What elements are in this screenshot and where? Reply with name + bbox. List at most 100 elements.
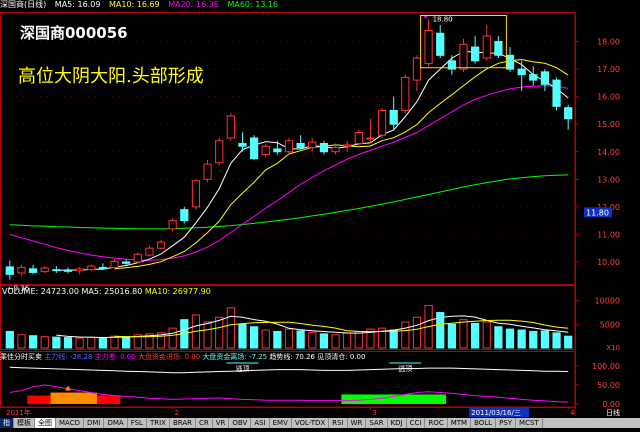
candle-up [110,260,119,268]
ma5-label: MA5: 16.09 [54,0,101,9]
volume-bar [308,331,317,349]
candle-up [40,267,49,273]
candle-up [145,247,154,256]
candle-up [215,140,224,164]
volume-header: VOLUME: 24723.00 MA5: 25016.80 MA10: 269… [2,287,211,297]
volume-ma10: MA10: 26977.90 [144,287,211,296]
chart-stage: 18.00 17.00 16.00 15.00 14.00 13.00 12.00 11.00… [0,0,640,428]
candle-up [308,141,317,149]
indicator-tab[interactable]: FSL [128,418,147,428]
kline-chart: 18.0017.0016.0015.0014.0013.0012.0011.00… [0,12,620,417]
candle-up [424,30,433,65]
x-tick-label: 2 [175,409,179,417]
volume-bar [517,329,526,349]
indicator-band [50,392,98,404]
indicator-tab[interactable]: BRAR [170,418,196,428]
volume-bar [505,328,515,349]
candle-down [564,107,573,120]
indicator-item: 大盘资金离场: -7.25 [202,353,268,361]
indicator-note: 逃顶 [398,364,412,373]
candle-down [529,74,538,81]
volume-unit-label: X10 [606,344,620,352]
volume-bar [5,330,14,349]
candle-up [203,163,212,180]
indicator-tab[interactable]: PSY [496,418,517,428]
candle-down [296,142,305,149]
indicator-note: 逃顶 [235,364,249,373]
indicator-tab[interactable]: OBV [229,418,252,428]
indicator-tab[interactable]: ASI [251,418,270,428]
volume-bar [17,334,26,349]
volume-bar [552,332,561,349]
indicator-tab[interactable]: CCI [407,418,426,428]
indicator-tab[interactable]: DMA [104,418,128,428]
candle-up [482,35,491,59]
volume-bar [331,334,340,349]
candle-up [366,137,375,140]
x-tick-label: 4 [570,409,575,417]
volume-bar [98,337,107,349]
candle-up [133,253,142,263]
price-tick-label: 18.00 [597,38,620,47]
candle-down [52,269,61,272]
indicator-tab[interactable]: KDJ [388,418,407,428]
indicator-trend-line [9,366,569,374]
volume-bar [482,321,491,349]
volume-bar [249,326,259,349]
candle-up [343,144,352,147]
indicator-tab[interactable]: ROC [425,418,448,428]
volume-bar [471,322,480,349]
indicator-tab[interactable]: RSI [329,418,348,428]
stock-label: 深国商000056 [20,24,128,42]
indicator-tab-bar: 指模板 全图 MACD DMI DMA FSL TRIX BRAR CR VR OBV ASI EMV V… [0,418,640,428]
indicator-tab[interactable]: TRIX [147,418,170,428]
candle-down [471,46,480,62]
candle-up [156,241,166,249]
candle-up [377,109,387,136]
indicator-tab[interactable]: MTM [448,418,472,428]
indicator-tab[interactable]: EMV [270,418,292,428]
candle-up [354,131,363,144]
indicator-tab[interactable]: MACD [56,418,84,428]
x-tick-label: 2011年 [6,408,31,417]
candle-up [191,180,201,208]
candle-down [273,148,282,153]
ma60-label: MA60: 13.16 [227,0,279,9]
indicator-tab[interactable]: BOLL [471,418,497,428]
volume-bar [238,323,247,349]
price-tick-label: 14.00 [597,148,620,157]
indicator-tab[interactable]: CR [196,418,213,428]
candle-up [459,43,468,70]
volume-bar [28,335,38,349]
candle-down [540,71,550,85]
volume-bar [75,337,84,349]
indicator-tab[interactable]: 指 [0,418,14,428]
candle-down [122,261,131,264]
volume-bar [401,321,410,349]
candle-up [261,145,270,156]
volume-bar [110,335,119,349]
volume-bar [203,321,212,349]
chart-header: 深国商(日线) MA5: 16.09 MA10: 16.69 MA20: 16.… [0,0,640,12]
candle-down [5,266,14,275]
volume-bar [40,336,49,349]
volume-bar [261,329,270,349]
candle-up [168,220,177,230]
ma60-line [9,174,569,230]
indicator-tab[interactable]: WR [348,418,367,428]
indicator-tab[interactable]: MCST [516,418,543,428]
indicator-tab[interactable]: 全图 [35,418,56,428]
candle-up [412,57,422,81]
candle-down [552,79,561,107]
indicator-tab[interactable]: SAR [366,418,388,428]
candle-down [436,32,445,56]
indicator-tick-label: 50.00 [597,381,620,390]
candle-up [401,76,410,111]
indicator-tab[interactable]: 模板 [14,418,35,428]
price-tick-label: 16.00 [597,93,620,102]
indicator-tab[interactable]: VR [213,418,230,428]
volume-bar [459,319,468,349]
indicator-tab[interactable]: DMI [84,418,105,428]
candle-up [284,140,294,153]
indicator-tab[interactable]: VOL-TDX [292,418,330,428]
